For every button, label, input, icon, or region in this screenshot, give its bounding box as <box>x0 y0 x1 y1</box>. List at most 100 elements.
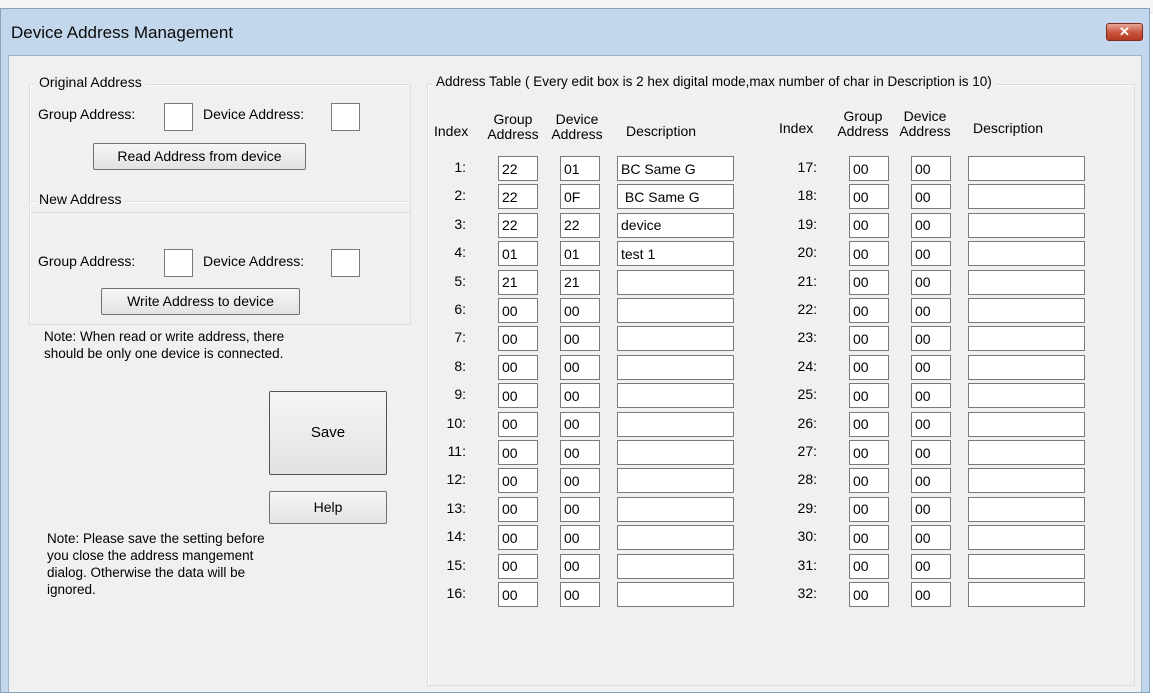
device-address-input[interactable] <box>560 553 600 579</box>
device-address-input[interactable] <box>560 326 600 352</box>
new-group-address-input[interactable] <box>164 249 193 277</box>
description-input[interactable] <box>617 440 734 465</box>
device-address-input[interactable] <box>560 184 600 210</box>
group-address-input[interactable] <box>849 241 889 267</box>
description-input[interactable] <box>968 553 1085 579</box>
device-address-input[interactable] <box>911 468 951 494</box>
device-address-input[interactable] <box>560 269 600 295</box>
device-address-input[interactable] <box>911 582 951 607</box>
group-address-input[interactable] <box>849 411 889 437</box>
device-address-input[interactable] <box>560 468 600 494</box>
description-input[interactable] <box>617 298 734 323</box>
device-address-input[interactable] <box>560 156 600 181</box>
group-address-input[interactable] <box>849 582 889 607</box>
device-address-input[interactable] <box>911 354 951 380</box>
group-address-input[interactable] <box>498 212 538 238</box>
device-address-input[interactable] <box>560 212 600 238</box>
group-address-input[interactable] <box>849 156 889 181</box>
device-address-input[interactable] <box>911 553 951 579</box>
device-address-input[interactable] <box>911 496 951 522</box>
device-address-input[interactable] <box>911 383 951 409</box>
description-input[interactable] <box>617 354 734 380</box>
group-address-input[interactable] <box>498 269 538 295</box>
description-input[interactable] <box>617 525 734 551</box>
help-button[interactable]: Help <box>269 491 387 524</box>
group-address-input[interactable] <box>849 326 889 352</box>
device-address-input[interactable] <box>911 440 951 465</box>
description-input[interactable] <box>617 156 734 181</box>
description-input[interactable] <box>968 440 1085 465</box>
read-address-button[interactable]: Read Address from device <box>93 143 306 170</box>
device-address-input[interactable] <box>911 241 951 267</box>
device-address-input[interactable] <box>560 525 600 551</box>
device-address-input[interactable] <box>560 383 600 409</box>
group-address-input[interactable] <box>849 440 889 465</box>
description-input[interactable] <box>968 326 1085 352</box>
description-input[interactable] <box>617 553 734 579</box>
group-address-input[interactable] <box>849 298 889 323</box>
close-button[interactable]: ✕ <box>1106 23 1143 41</box>
group-address-input[interactable] <box>849 496 889 522</box>
device-address-input[interactable] <box>560 496 600 522</box>
write-address-button[interactable]: Write Address to device <box>101 288 300 315</box>
description-input[interactable] <box>617 582 734 607</box>
new-device-address-input[interactable] <box>331 249 360 277</box>
title-bar[interactable]: Device Address Management ✕ <box>1 9 1149 55</box>
description-input[interactable] <box>617 326 734 352</box>
group-address-input[interactable] <box>498 156 538 181</box>
description-input[interactable] <box>617 496 734 522</box>
description-input[interactable] <box>968 269 1085 295</box>
description-input[interactable] <box>617 411 734 437</box>
description-input[interactable] <box>968 411 1085 437</box>
group-address-input[interactable] <box>498 241 538 267</box>
description-input[interactable] <box>617 383 734 409</box>
description-input[interactable] <box>968 184 1085 210</box>
device-address-input[interactable] <box>560 440 600 465</box>
group-address-input[interactable] <box>849 383 889 409</box>
device-address-input[interactable] <box>560 298 600 323</box>
device-address-input[interactable] <box>560 411 600 437</box>
original-device-address-input[interactable] <box>331 103 360 131</box>
group-address-input[interactable] <box>849 184 889 210</box>
group-address-input[interactable] <box>849 269 889 295</box>
group-address-input[interactable] <box>498 468 538 494</box>
description-input[interactable] <box>968 582 1085 607</box>
device-address-input[interactable] <box>560 241 600 267</box>
description-input[interactable] <box>617 241 734 267</box>
device-address-input[interactable] <box>911 525 951 551</box>
group-address-input[interactable] <box>498 440 538 465</box>
description-input[interactable] <box>617 184 734 210</box>
group-address-input[interactable] <box>849 553 889 579</box>
group-address-input[interactable] <box>849 468 889 494</box>
group-address-input[interactable] <box>498 496 538 522</box>
device-address-input[interactable] <box>560 582 600 607</box>
save-button[interactable]: Save <box>269 391 387 475</box>
description-input[interactable] <box>968 354 1085 380</box>
description-input[interactable] <box>968 241 1085 267</box>
description-input[interactable] <box>617 269 734 295</box>
description-input[interactable] <box>617 212 734 238</box>
description-input[interactable] <box>617 468 734 494</box>
group-address-input[interactable] <box>498 525 538 551</box>
description-input[interactable] <box>968 212 1085 238</box>
group-address-input[interactable] <box>498 298 538 323</box>
device-address-input[interactable] <box>911 156 951 181</box>
group-address-input[interactable] <box>849 525 889 551</box>
group-address-input[interactable] <box>498 326 538 352</box>
description-input[interactable] <box>968 496 1085 522</box>
group-address-input[interactable] <box>849 354 889 380</box>
group-address-input[interactable] <box>498 354 538 380</box>
description-input[interactable] <box>968 525 1085 551</box>
description-input[interactable] <box>968 298 1085 323</box>
group-address-input[interactable] <box>498 184 538 210</box>
group-address-input[interactable] <box>498 411 538 437</box>
description-input[interactable] <box>968 468 1085 494</box>
original-group-address-input[interactable] <box>164 103 193 131</box>
device-address-input[interactable] <box>911 212 951 238</box>
device-address-input[interactable] <box>911 184 951 210</box>
group-address-input[interactable] <box>498 553 538 579</box>
description-input[interactable] <box>968 156 1085 181</box>
device-address-input[interactable] <box>911 411 951 437</box>
description-input[interactable] <box>968 383 1085 409</box>
device-address-input[interactable] <box>911 326 951 352</box>
